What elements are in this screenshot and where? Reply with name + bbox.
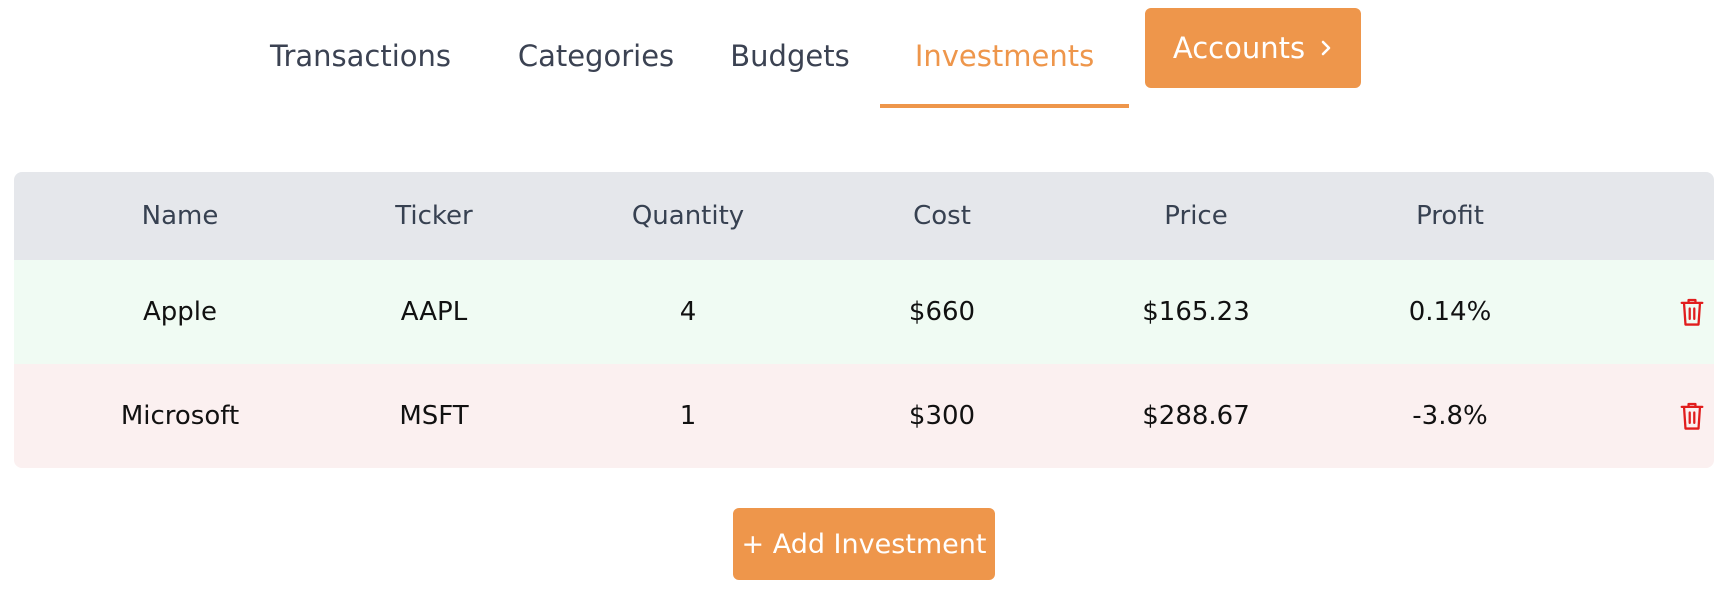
investment-name: Microsoft: [120, 401, 240, 431]
column-header-cost: Cost: [913, 201, 971, 231]
trash-icon[interactable]: [1678, 296, 1706, 328]
chevron-right-icon: [1321, 40, 1331, 56]
investment-price: $288.67: [1142, 401, 1250, 431]
tab-transactions[interactable]: Transactions: [270, 8, 492, 108]
tab-investments[interactable]: Investments: [880, 8, 1129, 108]
delete-investment-cell: [1577, 400, 1714, 432]
tab-categories[interactable]: Categories: [492, 8, 700, 108]
column-header-price: Price: [1164, 201, 1228, 231]
investment-cost: $300: [908, 401, 976, 431]
investment-quantity: 1: [679, 401, 697, 431]
table-row: Microsoft MSFT 1 $300 $288.67 -3.8%: [14, 364, 1714, 468]
add-investment-button[interactable]: + Add Investment: [733, 508, 995, 580]
investment-quantity: 4: [679, 297, 697, 327]
investment-ticker: AAPL: [400, 297, 468, 327]
investment-ticker: MSFT: [399, 401, 469, 431]
table-row: Apple AAPL 4 $660 $165.23 0.14%: [14, 260, 1714, 364]
tab-budgets[interactable]: Budgets: [700, 8, 880, 108]
column-header-profit: Profit: [1416, 201, 1484, 231]
investment-name: Apple: [142, 297, 217, 327]
accounts-button[interactable]: Accounts: [1145, 8, 1361, 88]
column-header-ticker: Ticker: [395, 201, 473, 231]
investment-price: $165.23: [1142, 297, 1250, 327]
trash-icon[interactable]: [1678, 400, 1706, 432]
investments-page: Transactions Categories Budgets Investme…: [0, 0, 1728, 596]
investment-cost: $660: [908, 297, 976, 327]
accounts-button-label: Accounts: [1172, 31, 1306, 65]
delete-investment-cell: [1577, 296, 1714, 328]
column-header-quantity: Quantity: [631, 201, 745, 231]
investments-table: Name Ticker Quantity Cost Price Profit A…: [14, 172, 1714, 468]
investment-profit: 0.14%: [1408, 297, 1492, 327]
investment-profit: -3.8%: [1412, 401, 1488, 431]
table-header-row: Name Ticker Quantity Cost Price Profit: [14, 172, 1714, 260]
main-nav: Transactions Categories Budgets Investme…: [270, 8, 1361, 108]
column-header-name: Name: [141, 201, 219, 231]
